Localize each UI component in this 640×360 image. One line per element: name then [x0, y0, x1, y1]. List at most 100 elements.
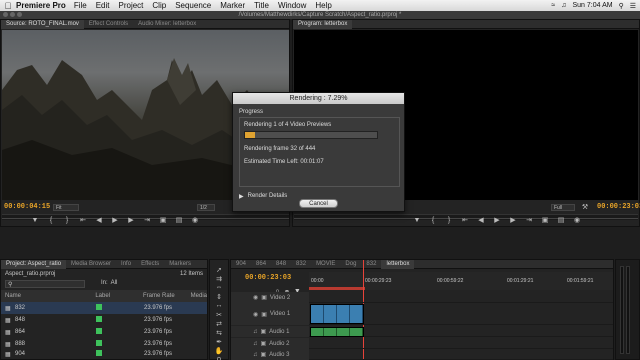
ripple-edit-tool-icon[interactable]: ⇔ [210, 284, 228, 293]
column-frame-rate[interactable]: Frame Rate [143, 293, 191, 299]
play-icon[interactable]: ▶ [109, 215, 121, 225]
menu-window[interactable]: Window [278, 1, 306, 10]
rate-stretch-tool-icon[interactable]: ↔ [210, 302, 228, 311]
rolling-edit-tool-icon[interactable]: ⇕ [210, 293, 228, 302]
selection-tool-icon[interactable]: ➚ [210, 266, 228, 275]
apple-icon[interactable]:  [0, 1, 16, 11]
eye-icon[interactable]: ◉ [253, 311, 258, 318]
play-icon[interactable]: ▶ [491, 215, 503, 225]
volume-icon[interactable]: ♫ [561, 2, 566, 9]
program-zoom-select[interactable]: Full [551, 204, 575, 211]
cancel-button[interactable]: Cancel [299, 199, 338, 208]
tab-program[interactable]: Program: letterbox [293, 19, 353, 29]
clock[interactable]: Sun 7:04 AM [572, 2, 612, 9]
tab-sequence-dog[interactable]: Dog [340, 260, 361, 269]
column-name[interactable]: Name [1, 293, 95, 299]
close-icon[interactable] [3, 12, 8, 17]
lock-icon[interactable]: ▣ [261, 328, 267, 335]
video-clip[interactable] [310, 304, 364, 324]
tab-source[interactable]: Source: ROTO_FINAL.mov [1, 19, 84, 29]
tab-sequence-letterbox[interactable]: letterbox [381, 259, 415, 269]
audio-clip[interactable] [310, 327, 364, 337]
step-forward-icon[interactable]: ▶ [507, 215, 519, 225]
speaker-icon[interactable]: ♫ [253, 329, 258, 335]
source-zoom-select[interactable]: Fit [53, 204, 79, 211]
menu-help[interactable]: Help [315, 1, 331, 10]
tab-info[interactable]: Info [116, 260, 136, 269]
tab-sequence-904[interactable]: 904 [231, 260, 251, 269]
step-back-icon[interactable]: ◀ [93, 215, 105, 225]
menu-file[interactable]: File [74, 1, 87, 10]
mark-in-icon[interactable]: { [45, 215, 57, 225]
tab-sequence-848[interactable]: 848 [271, 260, 291, 269]
project-row[interactable]: ▦ 904 23.976 fps [1, 348, 207, 360]
project-search-input[interactable]: ⚲ [5, 280, 85, 288]
mark-out-icon[interactable]: } [61, 215, 73, 225]
column-label[interactable]: Label [95, 293, 143, 299]
mark-in-icon[interactable]: { [427, 215, 439, 225]
razor-tool-icon[interactable]: ✂ [210, 311, 228, 320]
tab-markers[interactable]: Markers [164, 260, 196, 269]
timeline-ruler[interactable]: 00:00 00:00:29:23 00:00:59:22 00:01:29:2… [309, 272, 613, 290]
source-timecode[interactable]: 00:00:04:15 [4, 203, 50, 211]
search-icon[interactable]: ⚲ [619, 2, 624, 10]
go-to-in-icon[interactable]: ⇤ [459, 215, 471, 225]
tab-sequence-movie[interactable]: MOVIE [311, 260, 340, 269]
app-menu[interactable]: Premiere Pro [16, 1, 66, 10]
step-forward-icon[interactable]: ▶ [125, 215, 137, 225]
lock-icon[interactable]: ▣ [261, 311, 267, 318]
in-filter[interactable]: In: All [101, 280, 117, 286]
menu-clip[interactable]: Clip [152, 1, 166, 10]
source-resolution-select[interactable]: 1/2 [197, 204, 215, 211]
column-media[interactable]: Media [191, 293, 207, 299]
tab-effect-controls[interactable]: Effect Controls [84, 20, 133, 29]
camera-icon[interactable]: ◉ [571, 215, 583, 225]
eye-icon[interactable]: ◉ [253, 294, 258, 301]
project-row[interactable]: ▦ 848 23.976 fps [1, 314, 207, 326]
menu-sequence[interactable]: Sequence [175, 1, 211, 10]
lock-icon[interactable]: ▣ [261, 294, 267, 301]
go-to-in-icon[interactable]: ⇤ [77, 215, 89, 225]
tab-project[interactable]: Project: Aspect_ratio [1, 259, 67, 269]
list-icon[interactable]: ☰ [630, 2, 636, 10]
project-row[interactable]: ▦ 864 23.976 fps [1, 326, 207, 338]
insert-icon[interactable]: ▣ [157, 215, 169, 225]
lift-icon[interactable]: ▣ [539, 215, 551, 225]
menu-project[interactable]: Project [119, 1, 144, 10]
tab-sequence-864[interactable]: 864 [251, 260, 271, 269]
menu-marker[interactable]: Marker [220, 1, 245, 10]
zoom-tool-icon[interactable]: ⚲ [210, 356, 228, 360]
tab-sequence-832b[interactable]: 832 [361, 260, 381, 269]
minimize-icon[interactable] [10, 12, 15, 17]
pen-tool-icon[interactable]: ✒ [210, 338, 228, 347]
track-select-tool-icon[interactable]: ⇉ [210, 275, 228, 284]
project-row[interactable]: ▦ 832 23.976 fps [1, 302, 207, 314]
slide-tool-icon[interactable]: ⇆ [210, 329, 228, 338]
timeline-timecode[interactable]: 00:00:23:03 [245, 274, 291, 282]
camera-icon[interactable]: ◉ [189, 215, 201, 225]
step-back-icon[interactable]: ◀ [475, 215, 487, 225]
tab-sequence-832[interactable]: 832 [291, 260, 311, 269]
tab-audio-mixer[interactable]: Audio Mixer: letterbox [133, 20, 201, 29]
hand-tool-icon[interactable]: ✋ [210, 347, 228, 356]
go-to-out-icon[interactable]: ⇥ [523, 215, 535, 225]
lock-icon[interactable]: ▣ [261, 340, 267, 347]
tab-effects[interactable]: Effects [136, 260, 164, 269]
wifi-icon[interactable]: ≈ [551, 2, 555, 9]
mark-out-icon[interactable]: } [443, 215, 455, 225]
marker-icon[interactable]: ▼ [411, 215, 423, 225]
overwrite-icon[interactable]: ▤ [173, 215, 185, 225]
go-to-out-icon[interactable]: ⇥ [141, 215, 153, 225]
slip-tool-icon[interactable]: ⇄ [210, 320, 228, 329]
zoom-icon[interactable] [17, 12, 22, 17]
speaker-icon[interactable]: ♫ [253, 341, 258, 347]
menu-edit[interactable]: Edit [96, 1, 110, 10]
speaker-icon[interactable]: ♫ [253, 352, 258, 358]
extract-icon[interactable]: ▤ [555, 215, 567, 225]
lock-icon[interactable]: ▣ [261, 351, 267, 358]
wrench-icon[interactable]: ⚒ [579, 202, 591, 212]
tab-media-browser[interactable]: Media Browser [66, 260, 116, 269]
program-timecode[interactable]: 00:00:23:03 [597, 203, 640, 211]
menu-title[interactable]: Title [254, 1, 269, 10]
marker-icon[interactable]: ▼ [29, 215, 41, 225]
